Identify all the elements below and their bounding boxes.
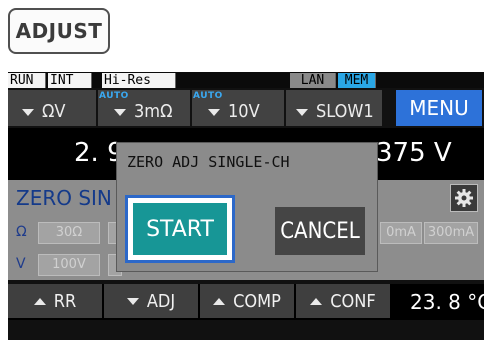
zero-adjust-dialog: ZERO ADJ SINGLE-CH START CANCEL [116, 142, 378, 272]
voltage-range-label: 10V [228, 101, 260, 122]
status-int: INT [48, 73, 92, 88]
status-mem: MEM [338, 73, 376, 88]
panel-title: ZERO SIN [16, 186, 112, 210]
chevron-up-icon [33, 297, 46, 305]
gear-icon [455, 189, 473, 207]
display-select-button[interactable]: ΩV [8, 90, 96, 126]
current-chip-1[interactable]: 0mA [380, 222, 422, 244]
tab-adj-label: ADJ [146, 290, 176, 312]
ohm-row-label: Ω [16, 224, 27, 240]
volt-range-chip[interactable]: 100V [38, 254, 100, 276]
resistance-auto-badge: AUTO [99, 91, 129, 101]
temperature-reading: 23. 8 °C [410, 290, 484, 314]
voltage-auto-badge: AUTO [193, 91, 223, 101]
chevron-up-icon [310, 297, 323, 305]
speed-label: SLOW1 [316, 101, 374, 122]
start-label: START [146, 216, 214, 242]
settings-button[interactable] [450, 184, 478, 212]
tab-conf-label: CONF [330, 290, 376, 312]
chevron-down-icon [114, 108, 126, 116]
tab-comp-label: COMP [233, 290, 281, 312]
current-chip-2[interactable]: 300mA [424, 222, 478, 244]
cancel-button[interactable]: CANCEL [275, 207, 365, 255]
chevron-down-icon [22, 108, 34, 116]
chevron-down-icon [296, 108, 308, 116]
voltage-reading: 375 V [376, 138, 452, 168]
dialog-title: ZERO ADJ SINGLE-CH [127, 153, 290, 171]
tab-comp[interactable]: COMP [200, 284, 294, 318]
adjust-key-button[interactable]: ADJUST [8, 8, 110, 54]
ohm-range-chip[interactable]: 30Ω [38, 222, 100, 244]
voltage-range-button[interactable]: AUTO 10V [192, 90, 284, 126]
tab-adj[interactable]: ADJ [104, 284, 198, 318]
tab-rr-label: RR [53, 290, 77, 312]
chevron-down-icon [126, 297, 139, 305]
display-select-label: ΩV [42, 101, 66, 122]
status-lan: LAN [290, 73, 336, 88]
resistance-range-button[interactable]: AUTO 3mΩ [98, 90, 190, 126]
volt-row-label: V [16, 256, 26, 272]
bottom-bar: RR ADJ COMP CONF 23. 8 °C [8, 284, 484, 320]
status-bar: RUN INT Hi-Res LAN MEM [8, 72, 484, 88]
chevron-down-icon [208, 108, 220, 116]
adjust-key-label: ADJUST [15, 19, 103, 43]
resistance-range-label: 3mΩ [134, 101, 173, 122]
menu-label: MENU [409, 96, 469, 120]
status-run: RUN [8, 73, 46, 88]
speed-button[interactable]: SLOW1 [286, 90, 382, 126]
cancel-label: CANCEL [280, 218, 360, 244]
menu-button[interactable]: MENU [396, 90, 482, 126]
instrument-screen: RUN INT Hi-Res LAN MEM ΩV AUTO 3mΩ AUTO … [8, 72, 484, 340]
chevron-up-icon [213, 297, 226, 305]
tab-conf[interactable]: CONF [296, 284, 390, 318]
start-button[interactable]: START [133, 203, 227, 255]
status-mode: Hi-Res [102, 73, 176, 88]
tab-rr[interactable]: RR [8, 284, 102, 318]
